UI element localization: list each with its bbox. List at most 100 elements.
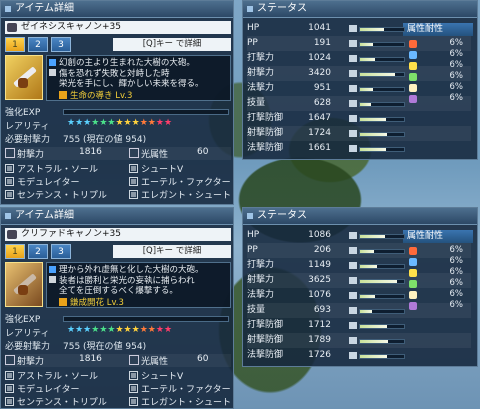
attack-row: 射撃力 1816 光属性 60 <box>5 354 231 367</box>
info-icon <box>49 266 56 273</box>
stat-value: 1041 <box>308 23 331 33</box>
stat-value: 693 <box>313 305 331 315</box>
stat-meter-fill <box>360 118 386 121</box>
resist-row: 6% <box>403 289 473 300</box>
stat-label: 技量 <box>247 305 266 315</box>
stat-label: 法撃防御 <box>247 350 284 360</box>
stat-meter <box>359 57 405 62</box>
stat-meter-fill <box>360 148 386 151</box>
stat-meter <box>359 294 405 299</box>
stat-icon <box>5 355 15 365</box>
stat-meter <box>359 234 405 239</box>
attack-value: 1816 <box>79 147 102 157</box>
lock-icon <box>49 276 56 283</box>
stat-icon <box>349 85 357 92</box>
resist-value: 6% <box>449 278 464 288</box>
lock-icon <box>49 69 56 76</box>
rarity-label: レアリティ <box>5 329 50 339</box>
rarity-star: ★ <box>147 325 156 335</box>
stat-meter <box>359 132 405 137</box>
status-panel: ステータス 属性耐性 HP 1041 PP 191 打撃力 1024 射撃力 3420 法撃力 9… <box>242 0 478 160</box>
stat-icon <box>349 292 357 299</box>
panel-title: ステータス <box>243 1 477 18</box>
stat-value: 1661 <box>308 143 331 153</box>
info-icon <box>49 59 56 66</box>
status-panel: ステータス 属性耐性 HP 1086 PP 206 打撃力 1149 射撃力 3625 法撃力 1… <box>242 207 478 367</box>
resist-value: 6% <box>449 49 464 59</box>
panel-title: アイテム詳細 <box>1 1 233 18</box>
stat-meter-fill <box>360 340 388 343</box>
stat-meter-fill <box>360 133 387 136</box>
tab-2[interactable]: 2 <box>28 244 48 259</box>
rarity-star: ★ <box>163 118 173 128</box>
element-resist-icon <box>409 62 417 70</box>
stat-row: HP 1041 <box>247 21 471 36</box>
stat-label: 打撃力 <box>247 53 275 63</box>
stat-value: 1647 <box>308 113 331 123</box>
resist-row: 6% <box>403 82 473 93</box>
tab-1[interactable]: 1 <box>5 244 25 259</box>
stat-label: 射撃力 <box>247 68 275 78</box>
element-resist-icon <box>409 247 417 255</box>
stat-meter-fill <box>360 58 375 61</box>
stat-icon <box>349 307 357 314</box>
stat-icon <box>349 130 357 137</box>
tab-3[interactable]: 3 <box>51 37 71 52</box>
stat-value: 1712 <box>308 320 331 330</box>
stat-meter <box>359 117 405 122</box>
potential-icon <box>59 91 67 99</box>
tab-2[interactable]: 2 <box>28 37 48 52</box>
stat-label: 法撃力 <box>247 290 275 300</box>
stat-icon <box>349 232 357 239</box>
resist-value: 6% <box>449 267 464 277</box>
stat-icon <box>349 70 357 77</box>
rarity-star: ★ <box>115 325 124 335</box>
stat-row: HP 1086 <box>247 228 471 243</box>
stat-meter <box>359 147 405 152</box>
resist-row: 6% <box>403 60 473 71</box>
item-detail-panel: アイテム詳細 ゼイネシスキャノン+35 1 2 3 [Q]キー で詳細 幻創の主… <box>0 0 234 205</box>
element-resist-icon <box>409 280 417 288</box>
resist-row: 6% <box>403 278 473 289</box>
affix-6: エレガント・シュート <box>129 188 231 201</box>
resist-row: 6% <box>403 267 473 278</box>
attack-label: 射撃力 <box>17 150 45 160</box>
stat-icon <box>349 337 357 344</box>
stat-icon <box>349 55 357 62</box>
affix-5: センテンス・トリプル <box>5 395 107 408</box>
stat-meter-fill <box>360 355 387 358</box>
rarity-star: ★ <box>131 325 140 335</box>
detail-key-hint: [Q]キー で詳細 <box>113 38 231 51</box>
element-resist-icon <box>409 258 417 266</box>
cannon-icon <box>7 230 17 239</box>
resist-value: 6% <box>449 38 464 48</box>
tabs: 1 2 3 [Q]キー で詳細 <box>5 244 231 259</box>
weapon-description: 幻創の主より生まれた大樹の大砲。 傷を恐れず失敗と対峙した時 栄光を手にし、輝か… <box>59 58 204 89</box>
resist-row: 6% <box>403 245 473 256</box>
stat-meter <box>359 324 405 329</box>
element-resist-icon <box>409 40 417 48</box>
resist-row: 6% <box>403 71 473 82</box>
stat-value: 206 <box>313 245 331 255</box>
stat-value: 1724 <box>308 128 331 138</box>
element-resist-icon <box>409 291 417 299</box>
stat-row: 法撃防御 1661 <box>247 141 471 156</box>
stat-icon <box>349 115 357 122</box>
stat-icon <box>349 247 357 254</box>
stat-meter <box>359 102 405 107</box>
resist-value: 6% <box>449 82 464 92</box>
stat-meter <box>359 42 405 47</box>
tab-1[interactable]: 1 <box>5 37 25 52</box>
stat-value: 1149 <box>308 260 331 270</box>
stat-value: 1024 <box>308 53 331 63</box>
req-value: 755 (現在の値 954) <box>63 342 147 352</box>
rarity-star: ★ <box>163 325 173 335</box>
resist-value: 6% <box>449 256 464 266</box>
stat-icon <box>5 148 15 158</box>
description-box: 理から外れ虚無と化した大樹の大砲。 装者は勝利と栄光の妄執に捕らわれ 全てを圧倒… <box>46 262 231 308</box>
stat-label: 法撃力 <box>247 83 275 93</box>
tab-3[interactable]: 3 <box>51 244 71 259</box>
rarity-star: ★ <box>67 118 76 128</box>
affix-4: エーテル・ファクター <box>129 382 231 395</box>
stat-meter <box>359 249 405 254</box>
